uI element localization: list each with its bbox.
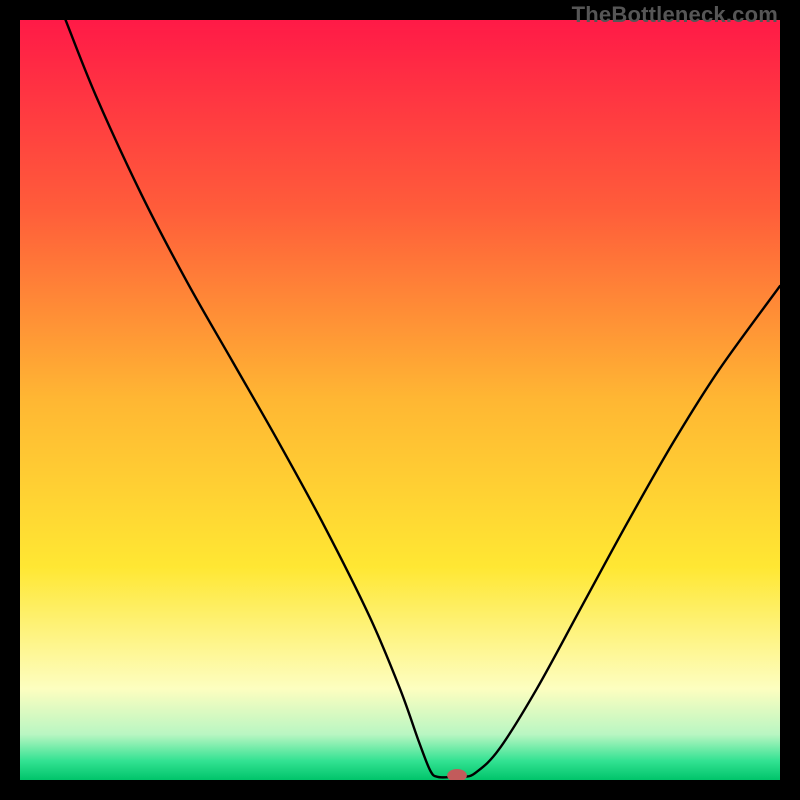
plot-area (20, 20, 780, 780)
gradient-background (20, 20, 780, 780)
watermark-label: TheBottleneck.com (572, 2, 778, 28)
chart-frame: TheBottleneck.com (0, 0, 800, 800)
chart-svg (20, 20, 780, 780)
